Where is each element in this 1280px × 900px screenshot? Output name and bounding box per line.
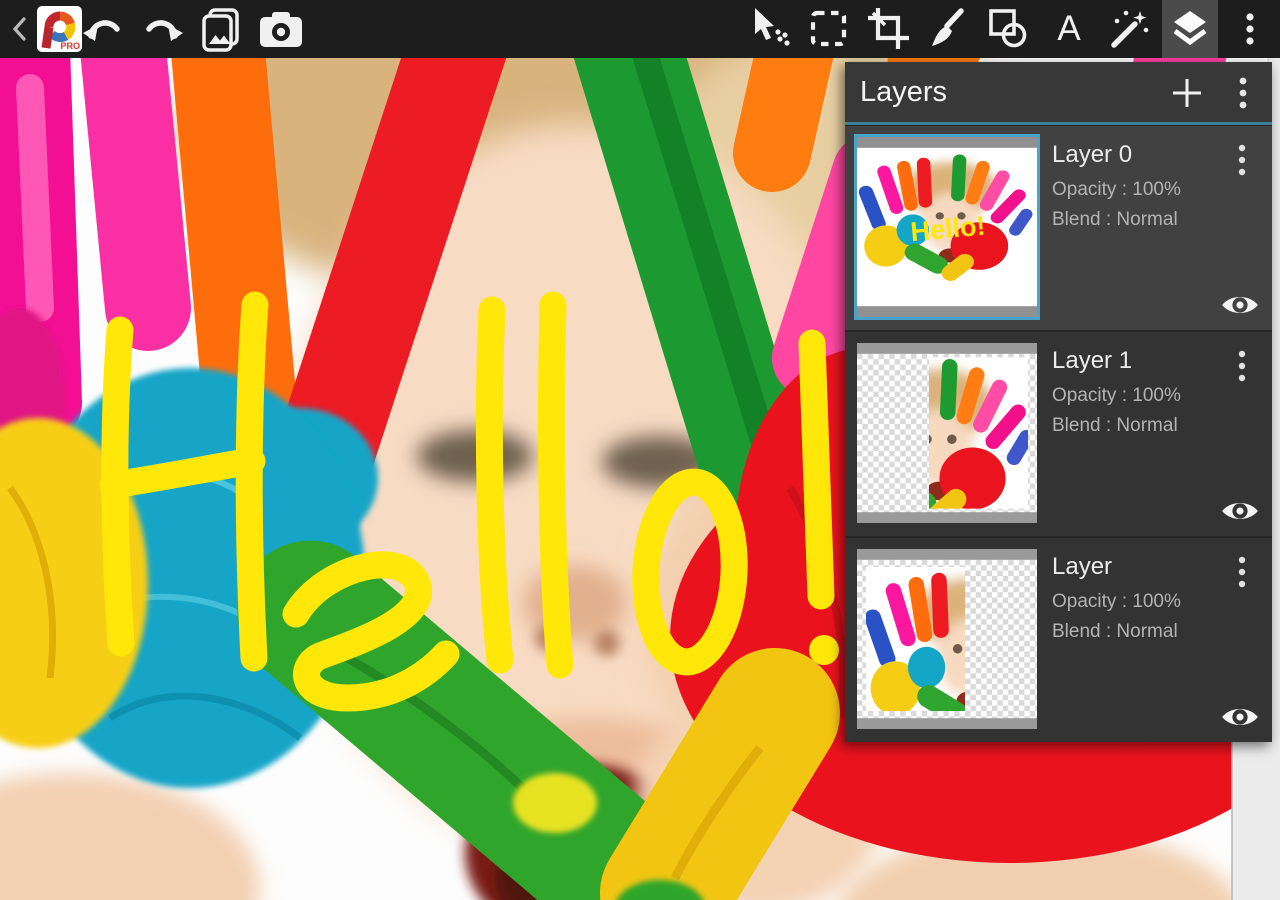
layers-panel: Layers: [845, 62, 1272, 742]
magic-wand-icon: [1104, 5, 1152, 53]
layer-row-2[interactable]: Layer Opacity : 100% Blend : Normal: [845, 538, 1272, 742]
layer-1-visibility-toggle[interactable]: [1218, 496, 1262, 526]
shapes-icon: [985, 5, 1033, 53]
brush-icon: [925, 5, 973, 53]
app-screen: PRO: [0, 0, 1280, 900]
crop-tool-button[interactable]: [865, 5, 913, 53]
layer-name: Layer: [1052, 553, 1112, 581]
camera-button[interactable]: [257, 5, 305, 53]
layers-panel-header: Layers: [845, 62, 1272, 122]
layer-blend: Blend : Normal: [1052, 209, 1178, 231]
layer-0-thumbnail-image: Hello!: [857, 137, 1037, 317]
add-layer-button[interactable]: [1164, 70, 1210, 116]
import-image-button[interactable]: [197, 5, 245, 53]
select-tool-button[interactable]: [805, 5, 853, 53]
layer-opacity: Opacity : 100%: [1052, 385, 1181, 407]
layer-blend: Blend : Normal: [1052, 621, 1178, 643]
text-tool-button[interactable]: A: [1045, 5, 1093, 53]
layer-2-visibility-toggle[interactable]: [1218, 702, 1262, 732]
layer-row-1[interactable]: Layer 1 Opacity : 100% Blend : Normal: [845, 332, 1272, 536]
layer-opacity: Opacity : 100%: [1052, 591, 1181, 613]
top-toolbar: PRO: [0, 0, 1280, 58]
layer-menu-dots-icon: [1227, 140, 1257, 180]
overflow-dots-icon: [1226, 5, 1274, 53]
panel-menu-dots-icon: [1226, 73, 1260, 113]
left-eye: [417, 430, 533, 482]
marquee-select-icon: [805, 5, 853, 53]
eye-icon: [1221, 705, 1259, 729]
layer-row-0[interactable]: Hello! Layer 0 Opacity : 100% Blend : No…: [845, 126, 1272, 330]
layer-1-thumbnail-image: [857, 343, 1037, 523]
layer-2-thumbnail-image: [857, 549, 1037, 729]
effects-tool-button[interactable]: [1104, 5, 1152, 53]
brush-tool-button[interactable]: [925, 5, 973, 53]
layer-2-thumbnail[interactable]: [857, 549, 1037, 729]
layer-0-thumbnail[interactable]: Hello!: [857, 137, 1037, 317]
layers-panel-menu-button[interactable]: [1220, 70, 1266, 116]
layers-tool-button[interactable]: [1166, 5, 1214, 53]
camera-icon: [257, 5, 305, 53]
layer-menu-dots-icon: [1227, 552, 1257, 592]
text-tool-icon: A: [1057, 9, 1080, 49]
eye-icon: [1221, 499, 1259, 523]
transform-pointer-icon: [745, 5, 793, 53]
overflow-menu-button[interactable]: [1226, 5, 1274, 53]
plus-icon: [1170, 76, 1204, 110]
back-chevron-icon: [8, 12, 32, 46]
redo-button[interactable]: [139, 5, 187, 53]
layer-opacity: Opacity : 100%: [1052, 179, 1181, 201]
layer-1-menu-button[interactable]: [1222, 344, 1262, 388]
layer-2-menu-button[interactable]: [1222, 550, 1262, 594]
undo-button[interactable]: [79, 5, 127, 53]
gallery-icon: [197, 5, 245, 53]
transform-tool-button[interactable]: [745, 5, 793, 53]
layer-0-menu-button[interactable]: [1222, 138, 1262, 182]
crop-icon: [865, 5, 913, 53]
layers-panel-title: Layers: [860, 76, 947, 109]
layer-0-visibility-toggle[interactable]: [1218, 290, 1262, 320]
layer-blend: Blend : Normal: [1052, 415, 1178, 437]
app-logo[interactable]: PRO: [37, 6, 82, 52]
layer-name: Layer 1: [1052, 347, 1132, 375]
undo-icon: [79, 5, 127, 53]
redo-icon: [139, 5, 187, 53]
layer-1-thumbnail[interactable]: [857, 343, 1037, 523]
orange-finger-right: [772, 58, 800, 153]
layers-icon: [1166, 5, 1214, 53]
layer-name: Layer 0: [1052, 141, 1132, 169]
eye-icon: [1221, 293, 1259, 317]
layer-list: Hello! Layer 0 Opacity : 100% Blend : No…: [845, 125, 1272, 742]
pro-badge: PRO: [60, 41, 80, 51]
magenta-finger: [122, 58, 148, 308]
shapes-tool-button[interactable]: [985, 5, 1033, 53]
layer-menu-dots-icon: [1227, 346, 1257, 386]
